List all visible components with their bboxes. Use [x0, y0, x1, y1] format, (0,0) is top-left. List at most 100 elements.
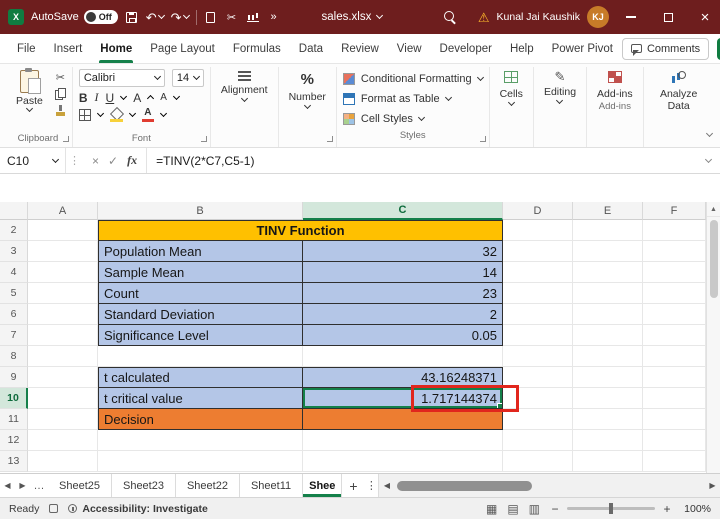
sheet-tab-sheet23[interactable]: Sheet23	[112, 474, 176, 497]
cell-A12[interactable]	[28, 430, 98, 451]
expand-formula-bar-button[interactable]	[697, 148, 720, 173]
row-header-8[interactable]: 8	[0, 346, 28, 367]
cell-B7[interactable]: Significance Level	[98, 325, 303, 346]
cell-D3[interactable]	[503, 241, 573, 262]
cell-D6[interactable]	[503, 304, 573, 325]
confirm-entry-icon[interactable]: ✓	[108, 154, 118, 168]
chevron-down-icon[interactable]	[160, 110, 167, 117]
cell-C12[interactable]	[303, 430, 503, 451]
cell-F12[interactable]	[643, 430, 706, 451]
close-button[interactable]: ×	[690, 0, 720, 34]
cell-B10[interactable]: t critical value	[98, 388, 303, 409]
row-header-6[interactable]: 6	[0, 304, 28, 325]
sheet-nav-left-icon[interactable]: ◀	[0, 474, 15, 497]
cell-F3[interactable]	[643, 241, 706, 262]
column-header-b[interactable]: B	[98, 202, 303, 220]
row-header-9[interactable]: 9	[0, 367, 28, 388]
cell-F11[interactable]	[643, 409, 706, 430]
cell-B11[interactable]: Decision	[98, 409, 303, 430]
analyze-data-button[interactable]: Analyze Data	[650, 68, 708, 112]
name-box[interactable]: C10	[0, 148, 66, 173]
cell-C7[interactable]: 0.05	[303, 325, 503, 346]
menu-tab-developer[interactable]: Developer	[431, 34, 501, 63]
cell-F7[interactable]	[643, 325, 706, 346]
row-header-10[interactable]: 10	[0, 388, 28, 409]
save-button[interactable]	[125, 7, 139, 27]
cell-F2[interactable]	[643, 220, 706, 241]
vertical-scrollbar[interactable]: ▲	[706, 202, 720, 473]
cell-F5[interactable]	[643, 283, 706, 304]
cell-B12[interactable]	[98, 430, 303, 451]
macro-record-icon[interactable]	[49, 504, 58, 513]
cell-D9[interactable]	[503, 367, 573, 388]
cell-D7[interactable]	[503, 325, 573, 346]
sheet-tab-active[interactable]: Shee	[303, 474, 342, 497]
menu-tab-formulas[interactable]: Formulas	[224, 34, 290, 63]
menu-tab-help[interactable]: Help	[501, 34, 543, 63]
avatar[interactable]: KJ	[587, 6, 609, 28]
row-header-5[interactable]: 5	[0, 283, 28, 304]
vertical-scroll-thumb[interactable]	[710, 220, 718, 298]
select-all-corner[interactable]	[0, 202, 28, 220]
bold-button[interactable]: B	[79, 91, 88, 105]
scroll-right-icon[interactable]: ▶	[705, 474, 720, 497]
autosave-pill[interactable]: Off	[84, 10, 118, 24]
menu-tab-file[interactable]: File	[8, 34, 45, 63]
chevron-down-icon[interactable]	[120, 92, 127, 99]
editing-button[interactable]: ✎ Editing	[540, 68, 580, 103]
collapse-ribbon-button[interactable]	[707, 123, 712, 141]
format-painter-button[interactable]	[55, 105, 66, 117]
chart-button[interactable]	[246, 7, 260, 27]
redo-button[interactable]: ↷	[171, 7, 189, 27]
font-color-icon[interactable]: A	[142, 108, 154, 122]
conditional-formatting-button[interactable]: Conditional Formatting	[343, 69, 483, 89]
menu-tab-view[interactable]: View	[388, 34, 431, 63]
cell-A3[interactable]	[28, 241, 98, 262]
cell-C13[interactable]	[303, 451, 503, 472]
cell-F13[interactable]	[643, 451, 706, 472]
cell-E6[interactable]	[573, 304, 643, 325]
add-sheet-button[interactable]: +	[342, 474, 364, 497]
normal-view-icon[interactable]: ▦	[486, 503, 497, 515]
row-header-2[interactable]: 2	[0, 220, 28, 241]
cell-D12[interactable]	[503, 430, 573, 451]
chevron-down-icon[interactable]	[97, 110, 104, 117]
horizontal-scroll-track[interactable]	[394, 474, 705, 497]
cell-A13[interactable]	[28, 451, 98, 472]
cell-E9[interactable]	[573, 367, 643, 388]
menu-tab-home[interactable]: Home	[91, 34, 141, 63]
row-header-12[interactable]: 12	[0, 430, 28, 451]
cell-B3[interactable]: Population Mean	[98, 241, 303, 262]
sheet-tab-sheet11[interactable]: Sheet11	[240, 474, 303, 497]
undo-button[interactable]: ↶	[146, 7, 164, 27]
cell-B5[interactable]: Count	[98, 283, 303, 304]
cell-C10-selected[interactable]: 1.717144374	[303, 388, 503, 409]
cell-F8[interactable]	[643, 346, 706, 367]
number-button[interactable]: % Number	[285, 68, 330, 108]
page-break-view-icon[interactable]: ▥	[529, 503, 540, 515]
cell-E4[interactable]	[573, 262, 643, 283]
search-icon[interactable]	[444, 11, 457, 24]
warning-icon[interactable]: ⚠	[478, 11, 490, 24]
italic-button[interactable]: I	[95, 90, 99, 105]
format-as-table-button[interactable]: Format as Table	[343, 89, 483, 109]
maximize-button[interactable]	[653, 0, 683, 34]
row-header-13[interactable]: 13	[0, 451, 28, 472]
sheet-options-icon[interactable]: ⋮	[364, 474, 378, 497]
file-title-menu[interactable]: sales.xlsx	[322, 11, 383, 23]
cut-button[interactable]: ✂	[56, 71, 65, 83]
user-name[interactable]: Kunal Jai Kaushik	[497, 11, 580, 23]
zoom-level[interactable]: 100%	[679, 503, 711, 515]
alignment-button[interactable]: Alignment	[217, 68, 272, 101]
document-button[interactable]	[204, 7, 218, 27]
menu-tab-insert[interactable]: Insert	[45, 34, 92, 63]
copy-button[interactable]	[55, 88, 66, 100]
menu-tab-page-layout[interactable]: Page Layout	[141, 34, 224, 63]
paste-button[interactable]: Paste	[10, 68, 49, 113]
cell-D5[interactable]	[503, 283, 573, 304]
cell-E8[interactable]	[573, 346, 643, 367]
cell-A11[interactable]	[28, 409, 98, 430]
sheet-tab-sheet25[interactable]: Sheet25	[48, 474, 112, 497]
cell-E2[interactable]	[573, 220, 643, 241]
fill-handle[interactable]	[497, 403, 503, 409]
